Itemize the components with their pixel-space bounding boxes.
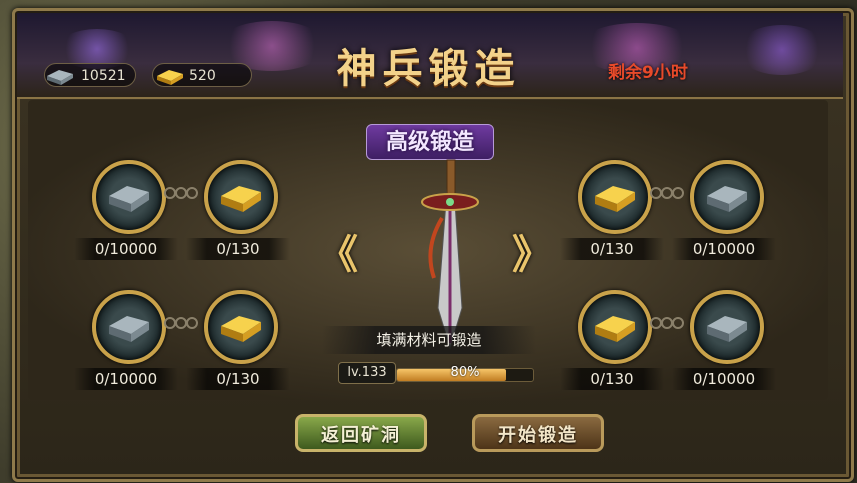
time-remaining: 剩余9小时 — [608, 63, 688, 83]
chain-decoration — [164, 317, 198, 329]
iron-resource-counter: 10521 — [44, 63, 136, 87]
material-count: 0/130 — [560, 238, 664, 260]
material-count: 0/130 — [186, 368, 290, 390]
material-slot-gold[interactable] — [204, 290, 278, 364]
material-count: 0/10000 — [74, 368, 178, 390]
gold-amount: 520 — [189, 68, 216, 84]
material-slot-iron[interactable] — [690, 290, 764, 364]
next-weapon-arrow[interactable]: 》 — [512, 222, 552, 280]
material-count: 0/10000 — [74, 238, 178, 260]
previous-weapon-arrow[interactable]: 《 — [318, 222, 358, 280]
iron-ingot-icon — [47, 70, 73, 85]
iron-amount: 10521 — [81, 68, 126, 84]
chain-decoration — [164, 187, 198, 199]
gold-ingot-icon — [221, 316, 261, 342]
gold-ingot-icon — [595, 186, 635, 212]
iron-ingot-icon — [707, 186, 747, 212]
gold-ingot-icon — [595, 316, 635, 342]
iron-ingot-icon — [707, 316, 747, 342]
material-slot-iron[interactable] — [92, 290, 166, 364]
material-count: 0/10000 — [672, 238, 776, 260]
material-slot-gold[interactable] — [578, 290, 652, 364]
chain-decoration — [650, 317, 684, 329]
forge-progress-bar: 80% — [396, 365, 534, 382]
gold-ingot-icon — [221, 186, 261, 212]
material-count: 0/130 — [560, 368, 664, 390]
weapon-level: lv.133 — [338, 362, 396, 384]
return-to-mine-button[interactable]: 返回矿洞 — [295, 414, 427, 452]
forge-mode-label: 高级锻造 — [366, 124, 494, 160]
material-count: 0/10000 — [672, 368, 776, 390]
gold-resource-counter: 520 — [152, 63, 252, 87]
forge-hint: 填满材料可锻造 — [322, 326, 536, 354]
material-slot-gold[interactable] — [578, 160, 652, 234]
iron-ingot-icon — [109, 186, 149, 212]
material-slot-iron[interactable] — [92, 160, 166, 234]
chain-decoration — [650, 187, 684, 199]
material-slot-iron[interactable] — [690, 160, 764, 234]
material-slot-gold[interactable] — [204, 160, 278, 234]
material-count: 0/130 — [186, 238, 290, 260]
start-forging-button[interactable]: 开始锻造 — [472, 414, 604, 452]
forge-progress-label: 80% — [450, 365, 480, 380]
iron-ingot-icon — [109, 316, 149, 342]
gold-ingot-icon — [157, 70, 183, 85]
